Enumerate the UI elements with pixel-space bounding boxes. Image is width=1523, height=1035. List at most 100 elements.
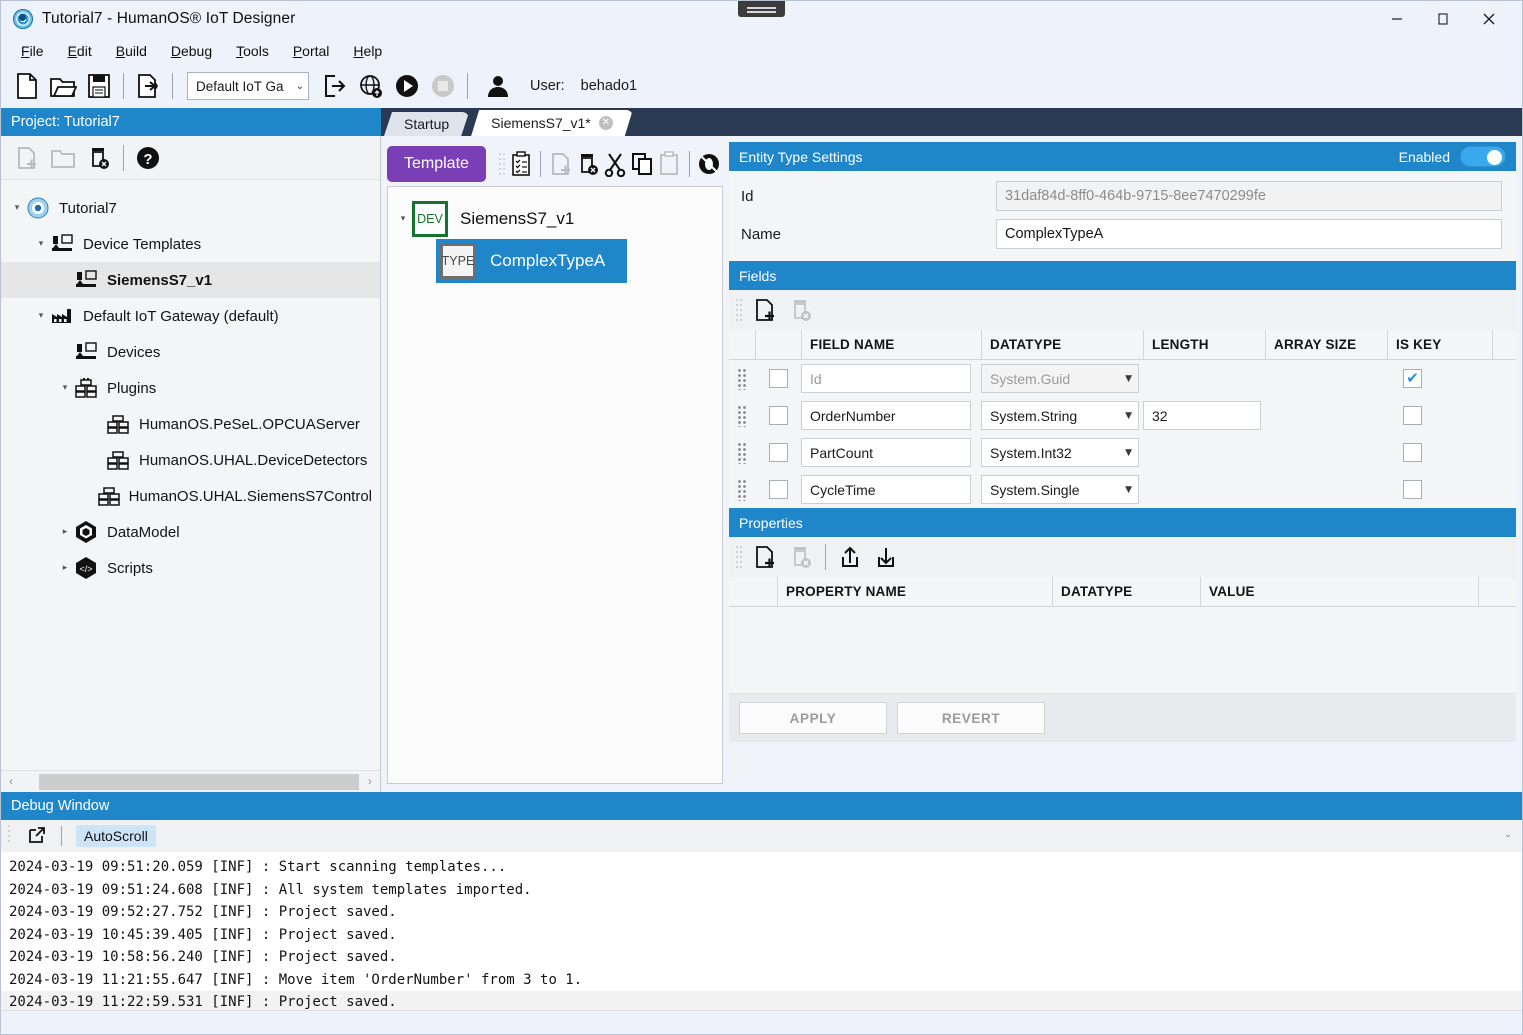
maximize-button[interactable]: [1420, 1, 1466, 37]
autoscroll-toggle[interactable]: AutoScroll: [76, 825, 156, 847]
field-datatype-select[interactable]: System.Guid ▼: [981, 364, 1143, 393]
close-icon[interactable]: ✕: [599, 116, 613, 130]
field-length-input[interactable]: 32: [1143, 401, 1265, 430]
scroll-track[interactable]: [21, 773, 360, 790]
tree-item-plugins[interactable]: ▾ Plugins: [1, 370, 380, 406]
template-root-node[interactable]: ▾ DEV SiemensS7_v1: [388, 199, 722, 239]
field-is-key-checkbox[interactable]: [1387, 480, 1492, 499]
paste-icon[interactable]: [656, 146, 683, 182]
import-icon[interactable]: [832, 539, 868, 575]
properties-toolbar-grip[interactable]: [735, 544, 747, 570]
table-row[interactable]: CycleTime System.Single ▼: [729, 471, 1516, 508]
tree-item-datamodel[interactable]: ▸ DataModel: [1, 514, 380, 550]
field-name-input[interactable]: CycleTime: [801, 475, 981, 504]
open-item-icon[interactable]: [45, 140, 81, 176]
debug-log[interactable]: 2024-03-19 09:51:20.059 [INF] : Start sc…: [1, 852, 1522, 1010]
minimize-button[interactable]: [1374, 1, 1420, 37]
globe-upload-icon[interactable]: [353, 68, 389, 104]
row-select-checkbox[interactable]: [755, 480, 801, 499]
chevron-down-icon[interactable]: ▾: [394, 214, 412, 224]
popout-icon[interactable]: [19, 818, 55, 854]
tree-item-device-templates[interactable]: ▾ Device Templates: [1, 226, 380, 262]
tree-item-default-iot-gateway[interactable]: ▾ Default IoT Gateway (default): [1, 298, 380, 334]
fields-toolbar-grip[interactable]: [735, 297, 747, 323]
help-icon[interactable]: ?: [130, 140, 166, 176]
chevron-down-icon[interactable]: ▾: [9, 203, 25, 213]
scroll-thumb[interactable]: [39, 773, 359, 790]
tree-item-tutorial7[interactable]: ▾ Tutorial7: [1, 190, 380, 226]
template-type-node[interactable]: TYPE ComplexTypeA: [436, 239, 628, 283]
menu-tools[interactable]: Tools: [224, 40, 281, 62]
delete-property-icon[interactable]: [783, 539, 819, 575]
project-tree-hscrollbar[interactable]: ‹ ›: [1, 770, 380, 792]
cut-icon[interactable]: [601, 146, 628, 182]
field-is-key-checkbox[interactable]: [1387, 443, 1492, 462]
toolbar-grip[interactable]: [498, 151, 507, 177]
gateway-select[interactable]: Default IoT Ga ⌄: [187, 72, 309, 100]
tree-item-devices[interactable]: ▸ Devices: [1, 334, 380, 370]
tree-item-scripts[interactable]: ▸ </> Scripts: [1, 550, 380, 586]
field-name-input[interactable]: OrderNumber: [801, 401, 981, 430]
tree-item-devicedetectors[interactable]: ▸ HumanOS.UHAL.DeviceDetectors: [1, 442, 380, 478]
scroll-left-icon[interactable]: ‹: [1, 776, 21, 788]
template-button[interactable]: Template: [387, 146, 486, 182]
table-row[interactable]: Id System.Guid ▼: [729, 360, 1516, 397]
checklist-icon[interactable]: [507, 146, 534, 182]
stop-icon[interactable]: [425, 68, 461, 104]
deploy-icon[interactable]: [130, 68, 166, 104]
table-row[interactable]: OrderNumber System.String ▼ 32: [729, 397, 1516, 434]
tree-item-opcuaserver[interactable]: ▸ HumanOS.PeSeL.OPCUAServer: [1, 406, 380, 442]
chevron-right-icon[interactable]: ▸: [57, 563, 73, 573]
export-icon[interactable]: [317, 68, 353, 104]
row-drag-handle[interactable]: [729, 478, 755, 501]
chevron-right-icon[interactable]: ▸: [57, 527, 73, 537]
debug-toolbar-grip[interactable]: [7, 823, 19, 849]
add-type-icon[interactable]: [547, 146, 574, 182]
field-datatype-select[interactable]: System.String ▼: [981, 401, 1143, 430]
name-field[interactable]: ComplexTypeA: [996, 219, 1502, 249]
open-folder-icon[interactable]: [45, 68, 81, 104]
row-select-checkbox[interactable]: [755, 406, 801, 425]
tab-siemenss7-v1[interactable]: SiemensS7_v1* ✕: [471, 110, 633, 136]
menu-build[interactable]: Build: [104, 40, 159, 62]
table-row[interactable]: PartCount System.Int32 ▼: [729, 434, 1516, 471]
row-drag-handle[interactable]: [729, 441, 755, 464]
menu-help[interactable]: Help: [341, 40, 394, 62]
row-drag-handle[interactable]: [729, 404, 755, 427]
debug-scroll-down-icon[interactable]: ⌄: [1500, 824, 1516, 846]
run-icon[interactable]: [389, 68, 425, 104]
row-select-checkbox[interactable]: [755, 369, 801, 388]
enabled-toggle[interactable]: [1460, 146, 1506, 167]
row-drag-handle[interactable]: [729, 367, 755, 390]
field-is-key-checkbox[interactable]: [1387, 369, 1492, 388]
menu-portal[interactable]: Portal: [281, 40, 342, 62]
tree-item-siemenss7control[interactable]: ▸ HumanOS.UHAL.SiemensS7Control: [1, 478, 380, 514]
delete-field-icon[interactable]: [783, 292, 819, 328]
save-icon[interactable]: [81, 68, 117, 104]
export-icon[interactable]: [868, 539, 904, 575]
new-file-icon[interactable]: [9, 68, 45, 104]
menu-debug[interactable]: Debug: [159, 40, 224, 62]
delete-type-icon[interactable]: [574, 146, 601, 182]
scroll-right-icon[interactable]: ›: [360, 776, 380, 788]
debug-disabled-icon[interactable]: [696, 146, 723, 182]
field-name-input[interactable]: Id: [801, 364, 981, 393]
apply-button[interactable]: APPLY: [739, 702, 887, 734]
tab-startup[interactable]: Startup: [384, 112, 469, 136]
revert-button[interactable]: REVERT: [897, 702, 1045, 734]
row-select-checkbox[interactable]: [755, 443, 801, 462]
field-is-key-checkbox[interactable]: [1387, 406, 1492, 425]
add-field-icon[interactable]: [747, 292, 783, 328]
delete-item-icon[interactable]: [81, 140, 117, 176]
chevron-down-icon[interactable]: ▾: [57, 383, 73, 393]
add-property-icon[interactable]: [747, 539, 783, 575]
copy-icon[interactable]: [629, 146, 656, 182]
field-datatype-select[interactable]: System.Single ▼: [981, 475, 1143, 504]
close-button[interactable]: [1466, 1, 1512, 37]
field-name-input[interactable]: PartCount: [801, 438, 981, 467]
add-item-icon[interactable]: [9, 140, 45, 176]
chevron-down-icon[interactable]: ▾: [33, 239, 49, 249]
menu-edit[interactable]: Edit: [56, 40, 104, 62]
field-datatype-select[interactable]: System.Int32 ▼: [981, 438, 1143, 467]
tree-item-siemenss7-v1[interactable]: ▸ SiemensS7_v1: [1, 262, 380, 298]
